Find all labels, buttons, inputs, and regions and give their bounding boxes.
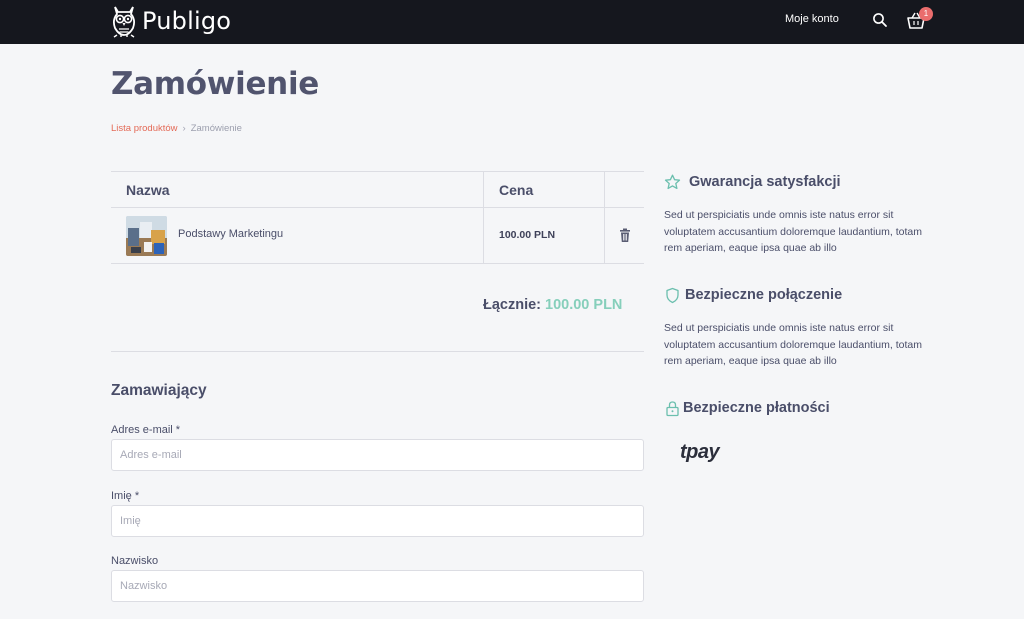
product-name[interactable]: Podstawy Marketingu xyxy=(178,228,283,240)
tpay-logo: tpay xyxy=(680,441,720,463)
section-divider xyxy=(111,351,644,352)
remove-item-button[interactable] xyxy=(618,228,632,243)
email-field[interactable] xyxy=(111,439,644,471)
column-divider xyxy=(483,172,484,207)
brand-logo[interactable]: Publigo xyxy=(111,4,231,38)
secure-connection-title: Bezpieczne połączenie xyxy=(685,287,843,303)
shield-icon xyxy=(664,287,681,304)
breadcrumb: Lista produktów › Zamówienie xyxy=(111,123,242,134)
column-divider xyxy=(483,208,484,263)
satisfaction-guarantee-title: Gwarancja satysfakcji xyxy=(689,174,841,190)
top-navigation-bar: Publigo Moje konto 1 xyxy=(0,0,1024,44)
breadcrumb-separator: › xyxy=(182,123,186,134)
secure-connection-text: Sed ut perspiciatis unde omnis iste natu… xyxy=(664,322,922,367)
page-title: Zamówienie xyxy=(111,66,320,102)
column-header-name: Nazwa xyxy=(126,182,170,198)
trash-icon xyxy=(620,228,630,242)
table-row: Podstawy Marketingu 100.00 PLN xyxy=(111,208,644,264)
email-label: Adres e-mail * xyxy=(111,424,181,436)
cart-count-badge: 1 xyxy=(919,7,933,21)
product-thumbnail xyxy=(126,216,167,256)
search-icon xyxy=(873,13,887,27)
lock-icon xyxy=(664,400,681,417)
total-amount: 100.00 PLN xyxy=(545,297,623,313)
satisfaction-guarantee-text: Sed ut perspiciatis unde omnis iste natu… xyxy=(664,209,922,254)
buyer-section-title: Zamawiający xyxy=(111,382,207,399)
column-divider xyxy=(604,208,605,263)
first-name-label: Imię * xyxy=(111,490,140,502)
search-button[interactable] xyxy=(872,12,888,28)
order-total: Łącznie: 100.00 PLN xyxy=(483,297,622,313)
column-divider xyxy=(604,172,605,207)
secure-payments-title: Bezpieczne płatności xyxy=(683,400,830,416)
my-account-link[interactable]: Moje konto xyxy=(785,13,839,25)
breadcrumb-product-list-link[interactable]: Lista produktów xyxy=(111,123,178,134)
product-price: 100.00 PLN xyxy=(499,229,556,241)
owl-logo-icon xyxy=(112,6,136,38)
last-name-field[interactable] xyxy=(111,570,644,602)
last-name-label: Nazwisko xyxy=(111,555,159,567)
first-name-field[interactable] xyxy=(111,505,644,537)
breadcrumb-current: Zamówienie xyxy=(190,123,242,134)
brand-name: Publigo xyxy=(142,7,232,35)
column-header-price: Cena xyxy=(499,182,534,198)
total-label: Łącznie: xyxy=(483,297,542,313)
cart-table: Nazwa Cena Podstawy Marketingu 100.00 PL… xyxy=(111,171,644,264)
table-header-row: Nazwa Cena xyxy=(111,171,644,208)
star-badge-icon xyxy=(664,174,681,191)
